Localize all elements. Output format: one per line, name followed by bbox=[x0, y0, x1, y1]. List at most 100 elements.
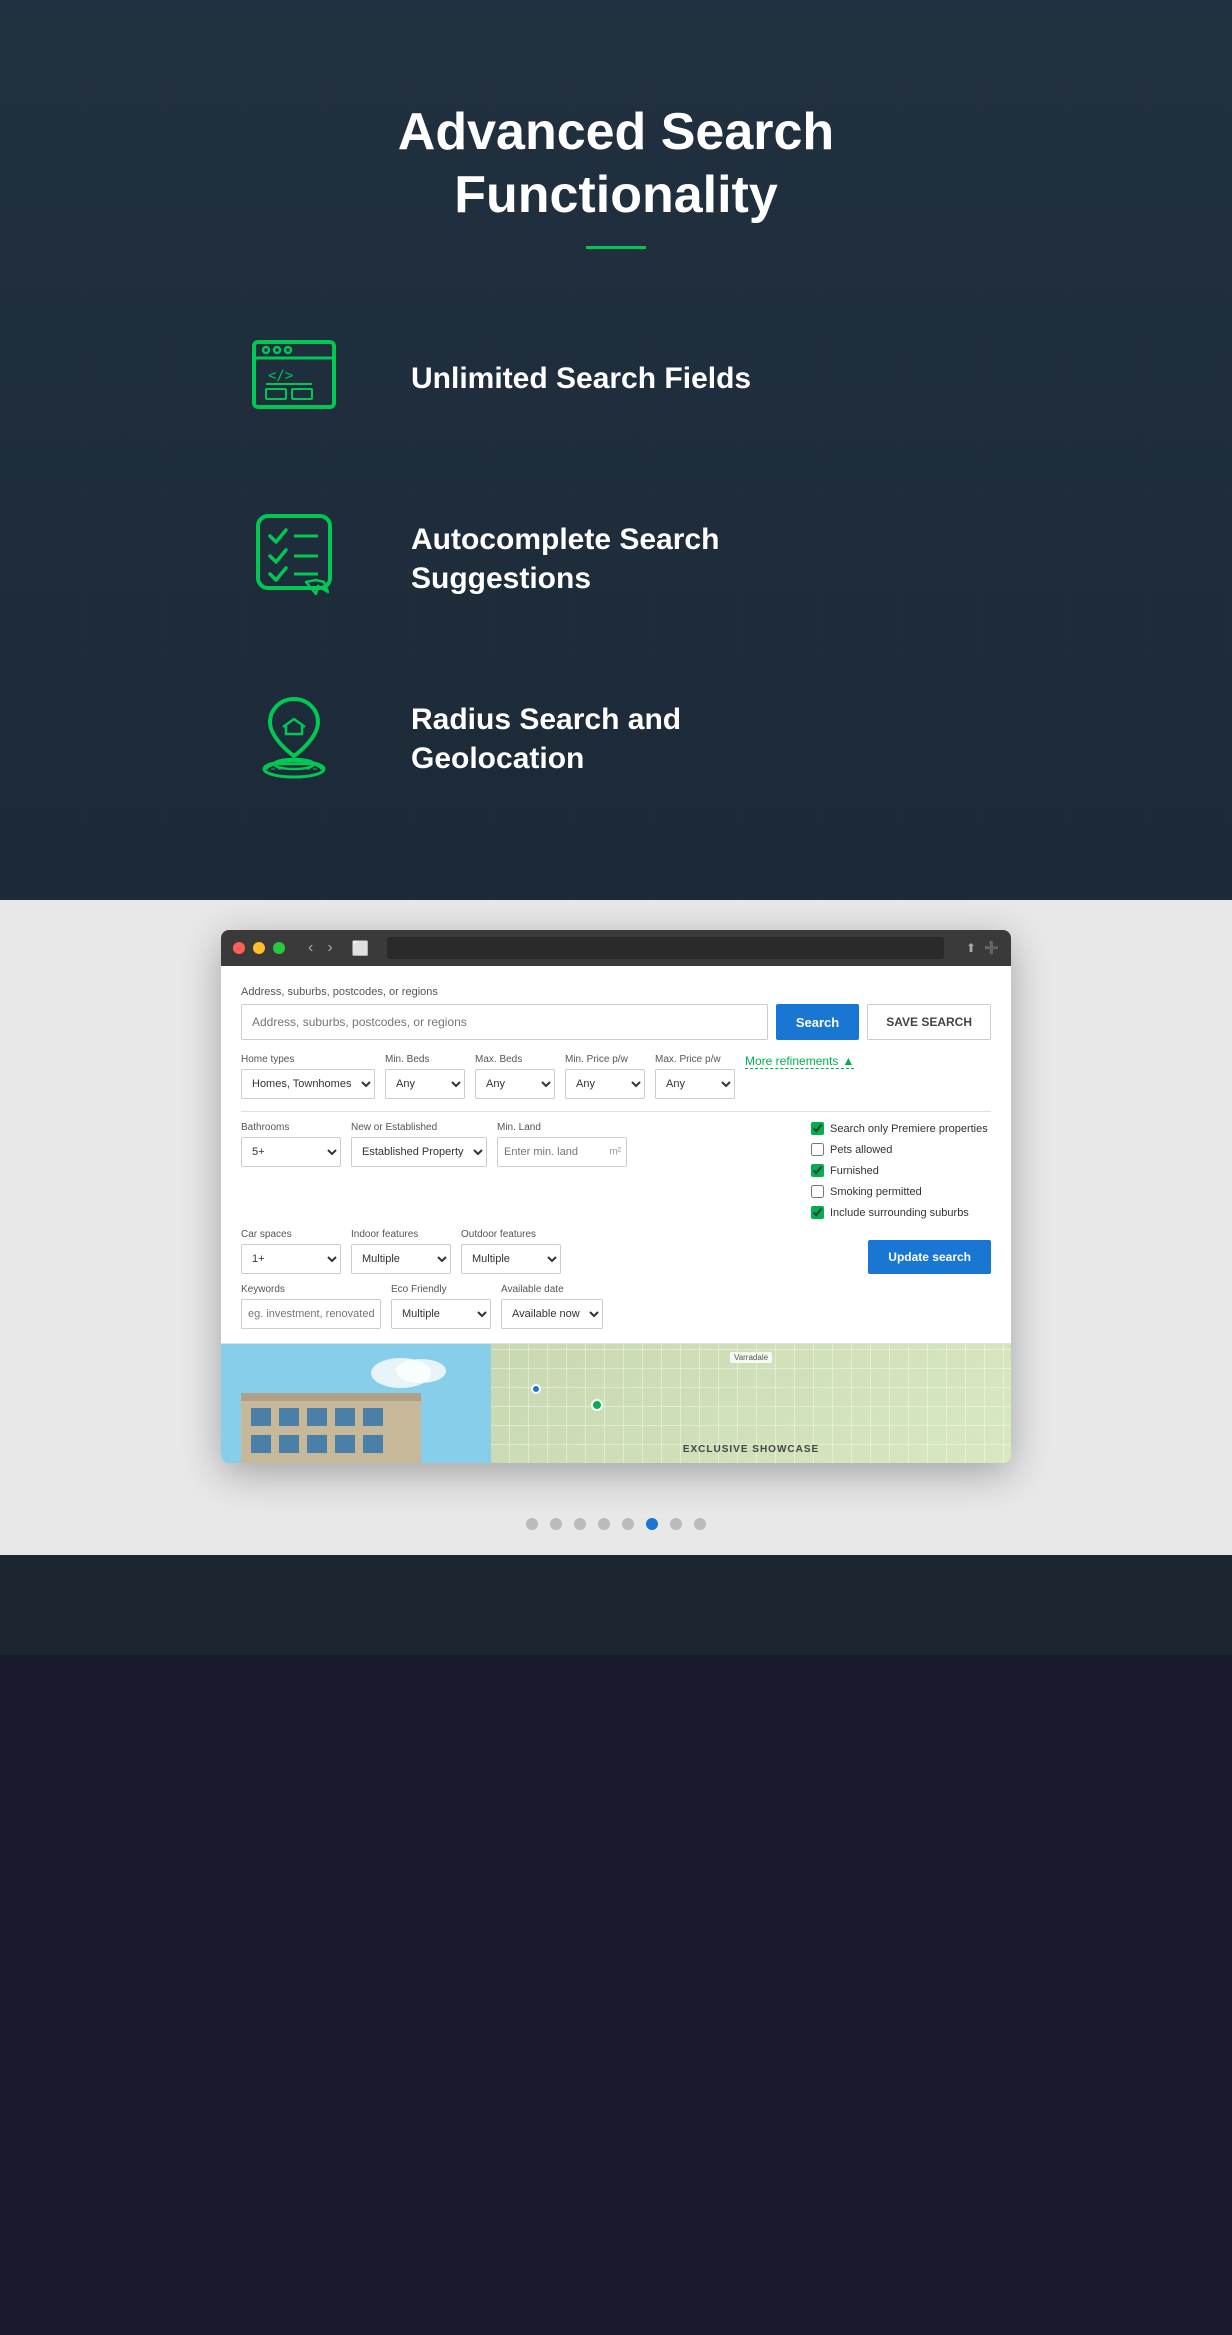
indoor-features-label: Indoor features bbox=[351, 1229, 451, 1240]
min-land-input[interactable] bbox=[497, 1137, 627, 1167]
new-established-select[interactable]: Established Property bbox=[351, 1137, 487, 1167]
new-established-label: New or Established bbox=[351, 1122, 487, 1133]
map-pin-secondary bbox=[591, 1399, 603, 1411]
smoking-checkbox[interactable] bbox=[811, 1185, 824, 1198]
car-spaces-select[interactable]: 1+ bbox=[241, 1244, 341, 1274]
min-beds-label: Min. Beds bbox=[385, 1054, 465, 1065]
browser-window: ‹ › ⬜ ⬆ ➕ Address, suburbs, postcodes, o… bbox=[221, 930, 1011, 1463]
feature-autocomplete: Autocomplete Search Suggestions bbox=[241, 499, 991, 619]
carousel-dot-1[interactable] bbox=[526, 1518, 538, 1530]
keywords-input[interactable] bbox=[241, 1299, 381, 1329]
browser-maximize-dot[interactable] bbox=[273, 942, 285, 954]
surrounding-checkbox-item[interactable]: Include surrounding suburbs bbox=[811, 1206, 991, 1219]
home-types-select[interactable]: Homes, Townhomes bbox=[241, 1069, 375, 1099]
browser-new-tab-button[interactable]: ➕ bbox=[984, 941, 999, 955]
location-icon bbox=[241, 679, 361, 799]
search-button[interactable]: Search bbox=[776, 1004, 859, 1040]
carousel-dot-8[interactable] bbox=[694, 1518, 706, 1530]
surrounding-label: Include surrounding suburbs bbox=[830, 1207, 969, 1219]
map-pin-primary bbox=[531, 1384, 541, 1394]
car-spaces-label: Car spaces bbox=[241, 1229, 341, 1240]
smoking-checkbox-item[interactable]: Smoking permitted bbox=[811, 1185, 991, 1198]
feature-unlimited-fields: </> Unlimited Search Fields bbox=[241, 319, 991, 439]
first-filters-row: Home types Homes, Townhomes Min. Beds An… bbox=[241, 1054, 991, 1099]
browser-back-button[interactable]: ‹ bbox=[303, 937, 318, 959]
bathrooms-select[interactable]: 5+ bbox=[241, 1137, 341, 1167]
keywords-group: Keywords bbox=[241, 1284, 381, 1329]
browser-share-button[interactable]: ⬆ bbox=[966, 941, 976, 955]
property-image bbox=[221, 1344, 491, 1463]
main-search-row: Search SAVE SEARCH bbox=[241, 1004, 991, 1040]
address-search-input[interactable] bbox=[241, 1004, 768, 1040]
indoor-features-select[interactable]: Multiple bbox=[351, 1244, 451, 1274]
feature-radius-text: Radius Search and Geolocation bbox=[411, 700, 681, 778]
browser-tabs-button[interactable]: ⬜ bbox=[352, 940, 369, 957]
carousel-dot-4[interactable] bbox=[598, 1518, 610, 1530]
advanced-filters-row-2: Car spaces 1+ Indoor features Multiple O… bbox=[241, 1229, 991, 1274]
new-established-group: New or Established Established Property bbox=[351, 1122, 487, 1167]
advanced-filters-row-3: Keywords Eco Friendly Multiple Available… bbox=[241, 1284, 991, 1329]
eco-friendly-select[interactable]: Multiple bbox=[391, 1299, 491, 1329]
more-refinements-link[interactable]: More refinements ▲ bbox=[745, 1054, 854, 1069]
hero-divider bbox=[586, 246, 646, 249]
available-date-select[interactable]: Available now bbox=[501, 1299, 603, 1329]
checkboxes-column: Search only Premiere properties Pets all… bbox=[811, 1122, 991, 1219]
feature-unlimited-text: Unlimited Search Fields bbox=[411, 359, 751, 398]
feature-autocomplete-text: Autocomplete Search Suggestions bbox=[411, 520, 719, 598]
bathrooms-group: Bathrooms 5+ bbox=[241, 1122, 341, 1167]
carousel-dot-3[interactable] bbox=[574, 1518, 586, 1530]
update-search-button[interactable]: Update search bbox=[868, 1240, 991, 1274]
outdoor-features-select[interactable]: Multiple bbox=[461, 1244, 561, 1274]
chevron-up-icon: ▲ bbox=[842, 1054, 854, 1068]
keywords-label: Keywords bbox=[241, 1284, 381, 1295]
pets-checkbox[interactable] bbox=[811, 1143, 824, 1156]
browser-close-dot[interactable] bbox=[233, 942, 245, 954]
hero-title: Advanced Search Functionality bbox=[166, 101, 1066, 226]
min-land-group: Min. Land m² bbox=[497, 1122, 627, 1167]
property-map: Varradale EXCLUSIVE SHOWCASE bbox=[491, 1344, 1011, 1463]
premiere-checkbox-item[interactable]: Search only Premiere properties bbox=[811, 1122, 991, 1135]
furnished-checkbox[interactable] bbox=[811, 1164, 824, 1177]
max-price-select[interactable]: Any bbox=[655, 1069, 735, 1099]
max-beds-label: Max. Beds bbox=[475, 1054, 555, 1065]
surrounding-checkbox[interactable] bbox=[811, 1206, 824, 1219]
features-list: </> Unlimited Search Fields bbox=[241, 319, 991, 799]
min-price-group: Min. Price p/w Any bbox=[565, 1054, 645, 1099]
max-price-group: Max. Price p/w Any bbox=[655, 1054, 735, 1099]
eco-friendly-label: Eco Friendly bbox=[391, 1284, 491, 1295]
browser-bottom-section: Varradale EXCLUSIVE SHOWCASE bbox=[221, 1343, 1011, 1463]
outdoor-features-group: Outdoor features Multiple bbox=[461, 1229, 561, 1274]
max-beds-select[interactable]: Any bbox=[475, 1069, 555, 1099]
browser-address-bar[interactable] bbox=[387, 937, 944, 959]
advanced-filters-row-1: Bathrooms 5+ New or Established Establis… bbox=[241, 1122, 991, 1219]
min-land-unit: m² bbox=[609, 1147, 621, 1158]
map-location-label: Varradale bbox=[730, 1352, 772, 1363]
save-search-button[interactable]: SAVE SEARCH bbox=[867, 1004, 991, 1040]
max-price-label: Max. Price p/w bbox=[655, 1054, 735, 1065]
min-beds-select[interactable]: Any bbox=[385, 1069, 465, 1099]
feature-radius-search: Radius Search and Geolocation bbox=[241, 679, 991, 799]
bottom-dark-section bbox=[0, 1555, 1232, 1655]
indoor-features-group: Indoor features Multiple bbox=[351, 1229, 451, 1274]
available-date-label: Available date bbox=[501, 1284, 603, 1295]
carousel-dots bbox=[0, 1493, 1232, 1555]
pets-checkbox-item[interactable]: Pets allowed bbox=[811, 1143, 991, 1156]
home-types-group: Home types Homes, Townhomes bbox=[241, 1054, 375, 1099]
svg-text:</>: </> bbox=[268, 368, 293, 384]
carousel-dot-6[interactable] bbox=[646, 1518, 658, 1530]
eco-friendly-group: Eco Friendly Multiple bbox=[391, 1284, 491, 1329]
browser-forward-button[interactable]: › bbox=[322, 937, 337, 959]
furnished-label: Furnished bbox=[830, 1165, 879, 1177]
pets-label: Pets allowed bbox=[830, 1144, 892, 1156]
furnished-checkbox-item[interactable]: Furnished bbox=[811, 1164, 991, 1177]
min-price-select[interactable]: Any bbox=[565, 1069, 645, 1099]
carousel-dot-2[interactable] bbox=[550, 1518, 562, 1530]
search-panel: Address, suburbs, postcodes, or regions … bbox=[221, 966, 1011, 1329]
min-price-label: Min. Price p/w bbox=[565, 1054, 645, 1065]
carousel-dot-7[interactable] bbox=[670, 1518, 682, 1530]
browser-minimize-dot[interactable] bbox=[253, 942, 265, 954]
carousel-dot-5[interactable] bbox=[622, 1518, 634, 1530]
hero-section: Advanced Search Functionality </> bbox=[0, 0, 1232, 900]
search-divider bbox=[241, 1111, 991, 1112]
premiere-checkbox[interactable] bbox=[811, 1122, 824, 1135]
